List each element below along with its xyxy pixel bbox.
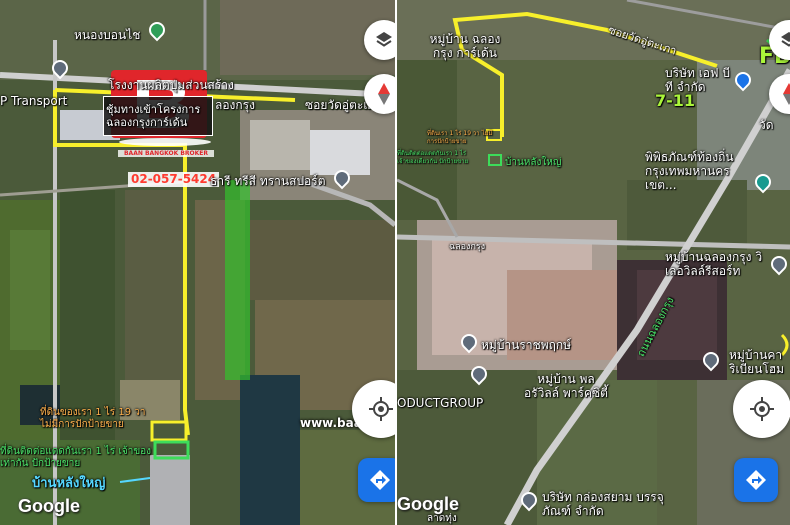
directions-button-right[interactable] (734, 458, 778, 502)
pleroville-label: หมู่บ้าน พลอรัวิลล์ พาร์คซิตี้ (524, 372, 608, 400)
right-map-panel[interactable]: หมู่บ้าน ฉลองกรุง การ์เด้น ซอยวัดอู่ตะเภ… (397, 0, 790, 525)
ratchaphruek-label: หมู่บ้านราชพฤกษ์ (481, 338, 572, 352)
google-attribution-right: Google (397, 494, 459, 514)
entrance-callout-label: ชุ้มทางเข้าโครงการ ฉลองกรุงการ์เด้น (106, 103, 201, 129)
chalong-road-label: ฉลองกรุง (449, 242, 486, 252)
layers-icon (781, 32, 790, 47)
caribbean-village-label: หมู่บ้านคา ริเบียนโฮม (729, 348, 785, 376)
wat-label: วัด (759, 118, 774, 132)
directions-icon (746, 470, 766, 490)
brand-text: BAAN BANGKOK BROKER (118, 150, 214, 157)
compass-icon (378, 83, 390, 105)
product-group-label: ODUCTGROUP (397, 396, 484, 410)
big-house-label: บ้านหลังใหญ่ (32, 476, 106, 491)
my-location-icon (750, 397, 774, 421)
google-attribution: Google (18, 496, 80, 516)
directions-button[interactable] (358, 458, 395, 502)
chalong-villa-label: หมู่บ้านฉลองกรุง วิเลอวิลล์รีสอร์ท (665, 250, 763, 278)
big-house-small-label: บ้านหลังใหญ่ (505, 157, 562, 168)
land-small-label: ที่ดินเรา 1 ไร่ 19 วา ไม่มีการปักป้ายขาย (427, 130, 493, 145)
chalong-krung-label: ลองกรุง (215, 98, 255, 112)
my-location-button-right[interactable] (733, 380, 790, 438)
seven-eleven-label: 7-11 (655, 91, 696, 110)
trans-company-label: ธารี ทรีสี ทรานสปอร์ต (210, 174, 326, 188)
compass-icon (783, 83, 790, 105)
neighbor-small-label: ที่ดินติดต่อแดดกันเรา 1 ไร่ เจ้าของเดียว… (397, 150, 469, 165)
temple-label: หนองบอนไช (74, 28, 141, 42)
packaging-label: บริษัท กล่องสยาม บรรจุภัณฑ์ จำกัด (542, 490, 664, 518)
museum-label: พิพิธภัณฑ์ท้องถิ่น กรุงเทพมหานคร เขต... (645, 150, 734, 192)
layers-icon (376, 32, 392, 47)
neighbor-note-label: ที่ดินติดต่อแดดกันเรา 1 ไร่ เจ้าของเท่าก… (0, 446, 152, 469)
my-location-icon (369, 397, 393, 421)
directions-icon (370, 470, 390, 490)
fb-company-label: บริษัท เอฟ บี ที จำกัด (665, 66, 730, 94)
factory-label: โรงงานผลิตปุ่มส่วนสร้าง (108, 78, 234, 92)
village-garden-label: หมู่บ้าน ฉลองกรุง การ์เด้น (429, 32, 501, 60)
phone-number: 02-057-5424 (128, 172, 220, 187)
land-note-label: ที่ดินของเรา 1 ไร่ 19 วา ไม่มีการปักป้าย… (40, 407, 146, 430)
left-map-panel[interactable]: ชุ้มทางเข้าโครงการ ฉลองกรุงการ์เด้น หนอง… (0, 0, 395, 525)
transport-label: P Transport (0, 94, 68, 108)
map-screenshot: ชุ้มทางเข้าโครงการ ฉลองกรุงการ์เด้น หนอง… (0, 0, 790, 525)
